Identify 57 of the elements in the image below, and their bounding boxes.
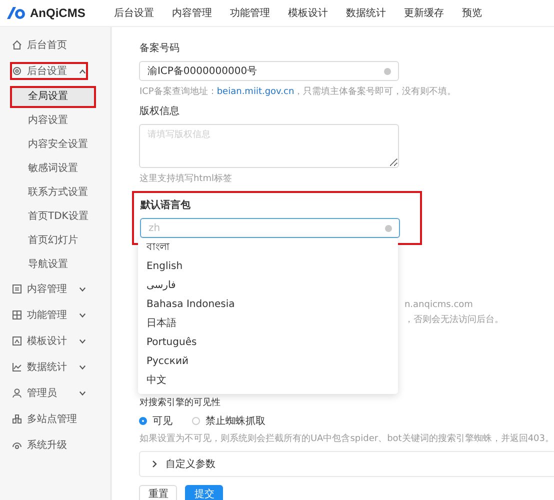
hint-text: ，否则会无法访问后台。 [404, 314, 504, 326]
nav-link[interactable]: 后台设置 [114, 6, 154, 20]
sidebar-item[interactable]: 功能管理 [10, 306, 88, 324]
icp-field[interactable]: 渝ICP备0000000000号 [139, 61, 400, 81]
sidebar-item[interactable]: 系统升级 [10, 436, 88, 454]
language-option[interactable]: 中文 [138, 371, 398, 390]
hint-text: 这里支持填写html标签 [139, 172, 233, 185]
nav-link[interactable]: 数据统计 [346, 6, 386, 20]
field-label: 版权信息 [139, 104, 180, 118]
field-label: 对搜索引擎的可见性 [139, 396, 222, 409]
clear-icon [384, 68, 392, 74]
sidebar-subitem[interactable]: 全局设置 [10, 86, 96, 108]
language-option[interactable]: 日本語 [138, 314, 398, 333]
language-option[interactable]: Русский [138, 352, 398, 371]
grid-icon [12, 310, 22, 320]
language-option[interactable]: Português [138, 333, 398, 352]
panel-title: 自定义参数 [165, 458, 216, 471]
nav-link[interactable]: 更新缓存 [404, 6, 444, 20]
field-label: 默认语言包 [140, 198, 192, 212]
doc-icon [12, 284, 22, 294]
visibility-radio[interactable]: 可见 [139, 414, 172, 428]
sidebar-subitem[interactable]: 联系方式设置 [10, 182, 96, 204]
sidebar-item[interactable]: 管理员 [10, 384, 88, 402]
visibility-radio[interactable]: 禁止蜘蛛抓取 [192, 414, 266, 428]
sidebar-item[interactable]: 多站点管理 [10, 410, 88, 428]
sidebar-item[interactable]: 数据统计 [10, 358, 88, 376]
sidebar-item[interactable]: 后台设置 [10, 62, 88, 80]
sidebar-item[interactable]: 后台首页 [10, 36, 88, 54]
app-name: AnQiCMS [30, 6, 86, 20]
chart-icon [12, 362, 22, 372]
nav-link[interactable]: 功能管理 [230, 6, 270, 20]
clear-icon [385, 224, 392, 232]
hint-text: ICP备案查询地址：beian.miit.gov.cn，只需填主体备案号即可，没有则不填。 [139, 85, 458, 98]
language-option[interactable]: English [138, 257, 398, 276]
hint-text: 如果设置为不可见，则系统则会拦截所有的UA中包含spider、bot关键词的搜索引擎蜘蛛，并返回403。 [139, 432, 554, 445]
home-icon [12, 40, 22, 50]
sidebar-subitem[interactable]: 首页幻灯片 [10, 230, 96, 252]
sidebar-subitem[interactable]: 导航设置 [10, 254, 96, 276]
nav-link[interactable]: 预览 [462, 6, 482, 20]
hint-text: n.anqicms.com [404, 300, 474, 310]
language-option[interactable]: বাংলা [138, 238, 398, 257]
language-option[interactable]: فارسی [138, 276, 398, 295]
beian-link[interactable]: beian.miit.gov.cn [216, 87, 294, 97]
logo-icon [6, 6, 26, 20]
sidebar-item[interactable]: 模板设计 [10, 332, 88, 350]
sidebar-subitem[interactable]: 敏感词设置 [10, 158, 96, 180]
field-label: 备案号码 [139, 42, 180, 55]
sidebar-item[interactable]: 内容管理 [10, 280, 88, 298]
user-icon [12, 388, 22, 398]
language-option[interactable]: Bahasa Indonesia [138, 295, 398, 314]
sidebar-subitem[interactable]: 内容设置 [10, 110, 96, 132]
sidebar-subitem[interactable]: 首页TDK设置 [10, 206, 96, 228]
sidebar-subitem[interactable]: 内容安全设置 [10, 134, 96, 156]
nav-link[interactable]: 内容管理 [172, 6, 212, 20]
nav-link[interactable]: 模板设计 [288, 6, 328, 20]
reset-button[interactable]: 重置 [139, 485, 178, 500]
custom-params-panel[interactable]: 自定义参数 [139, 451, 554, 477]
